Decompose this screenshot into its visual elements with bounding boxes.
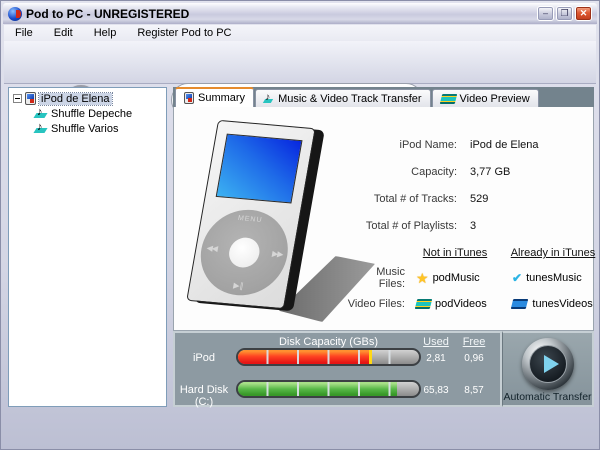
info-value: iPod de Elena xyxy=(470,139,539,151)
info-row: Total # of Playlists: 3 xyxy=(352,220,539,232)
already-in-itunes-header: Already in iTunes xyxy=(505,247,600,259)
pod-music-value: podMusic xyxy=(433,272,480,284)
harddisk-used-value: 65,83 xyxy=(416,385,456,396)
playlist-note-icon: ♪ xyxy=(35,107,48,120)
tunes-music-value: tunesMusic xyxy=(526,272,582,284)
pod-music-cell: ★ podMusic xyxy=(409,272,501,284)
wheel-playpause-icon: ▶∥ xyxy=(195,277,282,293)
tab-label: Summary xyxy=(198,92,245,104)
wheel-menu-label: MENU xyxy=(207,212,294,226)
film-icon xyxy=(511,299,528,309)
ipod-screen xyxy=(216,134,303,204)
ipod-free-value: 0,96 xyxy=(454,353,494,364)
used-column-header: Used xyxy=(416,336,456,348)
info-row: Total # of Tracks: 529 xyxy=(352,193,539,205)
tree-item-playlist[interactable]: ♪ Shuffle Depeche xyxy=(9,106,166,121)
summary-panel: MENU ◀◀ ▶▶ ▶∥ iPod Name: iPod de Elena C… xyxy=(173,107,594,331)
window-title: Pod to PC - UNREGISTERED xyxy=(26,7,189,21)
star-icon: ★ xyxy=(416,272,429,284)
menu-edit[interactable]: Edit xyxy=(43,26,83,40)
tab-track-transfer[interactable]: ♪ Music & Video Track Transfer xyxy=(255,89,430,107)
menu-file[interactable]: File xyxy=(4,26,43,40)
harddisk-free-value: 8,57 xyxy=(454,385,494,396)
info-label: iPod Name: xyxy=(352,139,457,151)
bar-segment-dividers xyxy=(238,350,419,364)
playlist-note-icon: ♪ xyxy=(35,122,48,135)
wheel-forward-icon: ▶▶ xyxy=(271,249,283,259)
music-files-label: Music Files: xyxy=(347,266,405,290)
info-label: Total # of Playlists: xyxy=(352,220,457,232)
minimize-button[interactable]: – xyxy=(537,6,554,21)
video-files-label: Video Files: xyxy=(347,298,405,310)
info-value: 3,77 GB xyxy=(470,166,510,178)
tree-item-playlist[interactable]: ♪ Shuffle Varios xyxy=(9,121,166,136)
automatic-transfer-button[interactable] xyxy=(522,338,574,390)
automatic-transfer-panel: Automatic Transfer xyxy=(502,331,594,407)
free-column-header: Free xyxy=(454,336,494,348)
ipod-info-block: iPod Name: iPod de Elena Capacity: 3,77 … xyxy=(352,139,539,247)
tunes-videos-cell: ✔ tunesVideos xyxy=(505,297,600,310)
info-row: iPod Name: iPod de Elena xyxy=(352,139,539,151)
info-value: 3 xyxy=(470,220,476,232)
menu-register[interactable]: Register Pod to PC xyxy=(126,26,241,40)
not-in-itunes-header: Not in iTunes xyxy=(409,247,501,259)
info-label: Capacity: xyxy=(352,166,457,178)
info-label: Total # of Tracks: xyxy=(352,193,457,205)
ipod-bar-label: iPod xyxy=(175,352,233,364)
info-row: Capacity: 3,77 GB xyxy=(352,166,539,178)
itunes-comparison-block: Not in iTunes Already in iTunes Music Fi… xyxy=(347,247,600,310)
close-button[interactable]: ✕ xyxy=(575,6,592,21)
ipod-capacity-bar xyxy=(236,348,421,366)
pod-videos-value: podVideos xyxy=(435,298,487,310)
play-icon xyxy=(544,355,559,373)
window-controls: – ❐ ✕ xyxy=(537,6,592,21)
tab-label: Music & Video Track Transfer xyxy=(278,93,421,105)
ipod-click-wheel: MENU ◀◀ ▶▶ ▶∥ xyxy=(194,206,295,299)
summary-tab-icon xyxy=(184,92,194,104)
tab-summary[interactable]: Summary xyxy=(175,87,254,107)
wheel-center-button xyxy=(227,236,262,268)
tree-child-label[interactable]: Shuffle Varios xyxy=(51,123,118,135)
tree-child-label[interactable]: Shuffle Depeche xyxy=(51,108,132,120)
music-note-icon: ♪ xyxy=(264,93,274,105)
info-value: 529 xyxy=(470,193,488,205)
app-icon xyxy=(8,7,22,21)
automatic-transfer-label: Automatic Transfer xyxy=(503,391,592,403)
tree-collapse-icon[interactable] xyxy=(13,94,22,103)
menu-help[interactable]: Help xyxy=(83,26,127,40)
bar-segment-dividers xyxy=(238,382,419,396)
tab-label: Video Preview xyxy=(460,93,530,105)
film-icon xyxy=(415,299,432,309)
disk-capacity-panel: Disk Capacity (GBs) Used Free iPod 2,81 … xyxy=(173,331,502,407)
maximize-button[interactable]: ❐ xyxy=(556,6,573,21)
wheel-rewind-icon: ◀◀ xyxy=(206,243,218,253)
tunes-music-cell: ✔ tunesMusic xyxy=(505,272,600,284)
tab-strip: Summary ♪ Music & Video Track Transfer V… xyxy=(173,87,594,107)
ipod-device-icon xyxy=(25,92,36,105)
harddisk-capacity-bar xyxy=(236,380,421,398)
toolbar: ◀◀ ▶ ▶▶ Pod to PC (double-click a track … xyxy=(4,41,596,84)
harddisk-bar-label: Hard Disk (C:) xyxy=(175,384,233,408)
title-bar: Pod to PC - UNREGISTERED – ❐ ✕ xyxy=(3,3,597,24)
tree-item-ipod-root[interactable]: iPod de Elena xyxy=(9,91,166,106)
pod-videos-cell: podVideos xyxy=(409,298,501,310)
tunes-videos-value: tunesVideos xyxy=(532,298,592,310)
tree-root-label[interactable]: iPod de Elena xyxy=(39,93,112,105)
device-tree-panel: iPod de Elena ♪ Shuffle Depeche ♪ Shuffl… xyxy=(8,87,167,407)
tab-video-preview[interactable]: Video Preview xyxy=(432,89,539,107)
disk-capacity-title: Disk Capacity (GBs) xyxy=(236,336,421,348)
ipod-used-value: 2,81 xyxy=(416,353,456,364)
film-icon xyxy=(439,94,456,104)
check-icon: ✔ xyxy=(512,272,522,284)
app-window: Pod to PC - UNREGISTERED – ❐ ✕ File Edit… xyxy=(0,0,600,450)
menu-bar: File Edit Help Register Pod to PC xyxy=(4,25,596,41)
